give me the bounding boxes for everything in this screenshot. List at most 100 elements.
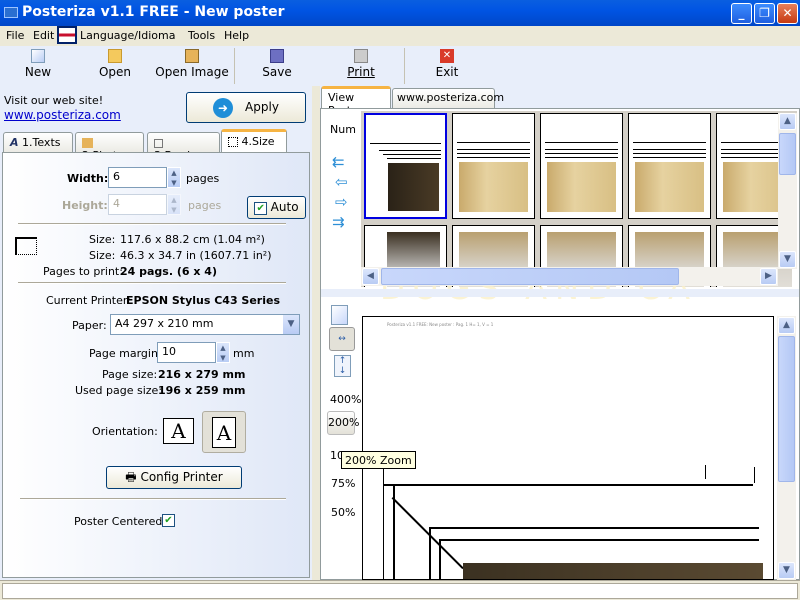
- apply-button[interactable]: ➜ Apply: [186, 92, 306, 123]
- tab-website[interactable]: www.posteriza.com: [392, 88, 504, 108]
- thumbnail-grid: [361, 111, 797, 287]
- size-cm-value: 117.6 x 88.2 cm (1.04 m²): [120, 233, 265, 246]
- app-icon: [4, 7, 18, 18]
- text-icon: A: [10, 136, 19, 149]
- exit-x-icon: ✕: [440, 49, 454, 63]
- zoom-50-button[interactable]: 50%: [331, 506, 355, 519]
- last-page-icon[interactable]: ⇉: [332, 213, 345, 231]
- photo-icon: [82, 138, 93, 148]
- menu-help[interactable]: Help: [224, 29, 249, 42]
- minimize-button[interactable]: _: [731, 3, 752, 24]
- tab-size[interactable]: 4.Size: [221, 129, 287, 152]
- auto-toggle-button[interactable]: ✔ Auto: [247, 196, 306, 219]
- zoom-200-button[interactable]: 200%: [327, 411, 359, 435]
- pages-to-print-label: Pages to print:: [43, 265, 123, 278]
- next-page-icon[interactable]: ⇨: [335, 193, 348, 211]
- zoom-400-button[interactable]: 400%: [330, 393, 361, 406]
- page-header-text: Posteriza v1.1 FREE: New poster : Pag. 1…: [387, 322, 494, 327]
- orientation-label: Orientation:: [92, 425, 158, 438]
- chevron-down-icon[interactable]: ▼: [283, 315, 299, 334]
- poster-centered-checkbox[interactable]: ✔: [162, 514, 175, 527]
- landscape-orientation-button[interactable]: A: [163, 418, 194, 444]
- page-margin-spinner[interactable]: ▲ ▼: [216, 342, 230, 363]
- menu-file[interactable]: File: [6, 29, 24, 42]
- visit-text: Visit our web site!: [4, 94, 104, 107]
- menu-bar: File Edit Language/Idioma Tools Help: [0, 26, 800, 46]
- page-margin-unit: mm: [233, 347, 255, 360]
- website-link[interactable]: www.posteriza.com: [4, 108, 121, 122]
- print-button[interactable]: Print: [336, 46, 386, 86]
- paper-select[interactable]: A4 297 x 210 mm ▼: [110, 314, 300, 335]
- maximize-button[interactable]: ❐: [754, 3, 775, 24]
- used-page-size-label: Used page size:: [75, 384, 163, 397]
- save-button[interactable]: Save: [254, 46, 300, 86]
- page-thumbnail[interactable]: [540, 113, 623, 219]
- floppy-disk-icon: [270, 49, 284, 63]
- size-icon: [228, 137, 238, 147]
- height-label: Height:: [62, 199, 108, 212]
- pages-to-print-value: 24 pags. (6 x 4): [120, 265, 217, 278]
- height-input[interactable]: 4: [108, 194, 167, 215]
- new-button[interactable]: New: [14, 46, 62, 86]
- close-button[interactable]: ✕: [777, 3, 798, 24]
- thumbs-horizontal-scrollbar[interactable]: ◀ ▶: [361, 267, 778, 286]
- size-cm-label: Size:: [89, 233, 116, 246]
- menu-tools[interactable]: Tools: [188, 29, 215, 42]
- checkmark-icon: ✔: [254, 202, 267, 215]
- size-in-value: 46.3 x 34.7 in (1607.71 in²): [120, 249, 272, 262]
- size-in-label: Size:: [89, 249, 116, 262]
- poster-size-icon: [15, 237, 37, 255]
- page-size-label: Page size:: [102, 368, 158, 381]
- window-title: Posteriza v1.1 FREE - New poster: [22, 4, 285, 20]
- printer-icon: [354, 49, 368, 63]
- width-unit: pages: [186, 172, 220, 185]
- height-unit: pages: [188, 199, 222, 212]
- num-label: Num: [330, 123, 356, 136]
- folder-open-icon: [108, 49, 122, 63]
- size-tab-panel: Width: 6 ▲ ▼ pages Height: 4 ▲ ▼ pages ✔ A…: [2, 152, 310, 578]
- photo-preview: [463, 563, 763, 579]
- open-button[interactable]: Open: [90, 46, 140, 86]
- tab-view-poster[interactable]: View Poster: [321, 86, 391, 117]
- menu-edit[interactable]: Edit: [33, 29, 54, 42]
- status-bar: [0, 580, 800, 600]
- page-margin-input[interactable]: 10: [157, 342, 216, 363]
- width-input[interactable]: 6: [108, 167, 167, 188]
- paper-label: Paper:: [72, 319, 107, 332]
- thumbs-vertical-scrollbar[interactable]: ▲ ▼: [778, 113, 797, 269]
- border-icon: [154, 138, 163, 148]
- exit-button[interactable]: ✕ Exit: [424, 46, 470, 86]
- page-preview: Posteriza v1.1 FREE: New poster : Pag. 1…: [362, 316, 774, 580]
- fit-width-button[interactable]: ↔: [329, 327, 355, 351]
- right-panel: View Poster www.posteriza.com Num ⇇ ⇦ ⇨ …: [320, 86, 800, 580]
- page-thumbnail[interactable]: [452, 113, 535, 219]
- poster-centered-label: Poster Centered:: [74, 515, 167, 528]
- current-printer-value: EPSON Stylus C43 Series: [126, 294, 281, 307]
- printer-icon: 🖶: [125, 470, 137, 484]
- used-page-size-value: 196 x 259 mm: [158, 384, 246, 397]
- new-document-icon: [31, 49, 45, 63]
- image-icon: [185, 49, 199, 63]
- page-thumbnail[interactable]: [364, 113, 447, 219]
- toolbar: New Open Open Image Save Print ✕ Exit: [0, 46, 800, 86]
- fit-height-button[interactable]: ↑ ↓: [334, 355, 351, 377]
- portrait-orientation-button[interactable]: A: [202, 411, 246, 453]
- first-page-icon[interactable]: ⇇: [332, 153, 345, 171]
- page-thumbnail[interactable]: [628, 113, 711, 219]
- menu-language[interactable]: Language/Idioma: [80, 29, 175, 42]
- tab-texts[interactable]: A 1.Texts: [3, 132, 73, 152]
- width-spinner[interactable]: ▲ ▼: [167, 167, 181, 188]
- tab-border[interactable]: 3.Border: [147, 132, 220, 162]
- preview-vertical-scrollbar[interactable]: ▲ ▼: [777, 316, 796, 580]
- zoom-75-button[interactable]: 75%: [331, 477, 355, 490]
- open-image-button[interactable]: Open Image: [152, 46, 232, 86]
- height-spinner[interactable]: ▲ ▼: [167, 194, 181, 215]
- prev-page-icon[interactable]: ⇦: [335, 173, 348, 191]
- fit-page-button[interactable]: [331, 305, 348, 325]
- page-size-value: 216 x 279 mm: [158, 368, 246, 381]
- config-printer-button[interactable]: 🖶 Config Printer: [106, 466, 242, 489]
- zoom-tooltip: 200% Zoom: [341, 451, 416, 469]
- width-label: Width:: [67, 172, 109, 185]
- tab-photo[interactable]: 2.Photo: [75, 132, 144, 162]
- title-bar: Posteriza v1.1 FREE - New poster _ ❐ ✕: [0, 0, 800, 26]
